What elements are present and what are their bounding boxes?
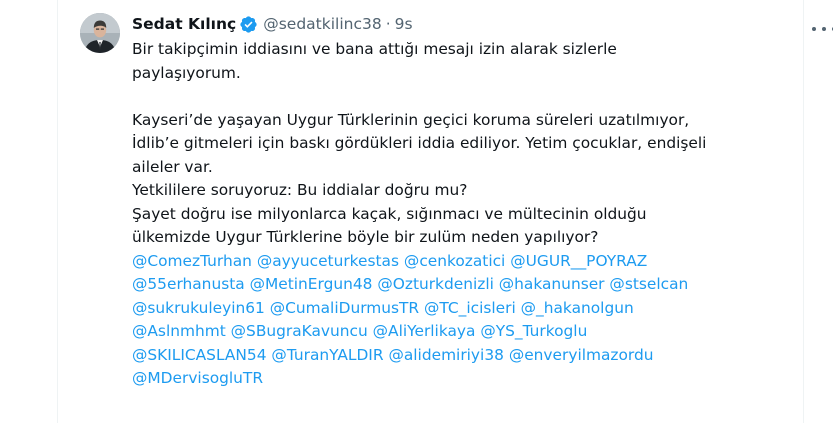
mention-link[interactable]: @ayyuceturkestas	[257, 252, 399, 270]
mention-link[interactable]: @enveryilmazordu	[509, 346, 654, 364]
more-dot	[822, 27, 826, 31]
mention-link[interactable]: @SBugraKavuncu	[231, 322, 368, 340]
mention-link[interactable]: @UGUR__POYRAZ	[510, 252, 647, 270]
tweet-card[interactable]: Sedat Kılınç @sedatkilinc38 · 9s Bir tak…	[58, 0, 833, 423]
more-options-icon[interactable]	[812, 22, 833, 36]
text-line: İdlib’e gitmeleri için baskı gördükleri …	[132, 134, 707, 152]
tweet-header: Sedat Kılınç @sedatkilinc38 · 9s	[132, 12, 797, 36]
mention-link[interactable]: @SKILICASLAN54	[132, 346, 267, 364]
mention-link[interactable]: @AliYerlikaya	[373, 322, 476, 340]
mention-link[interactable]: @MDervisogluTR	[132, 369, 263, 387]
author-name[interactable]: Sedat Kılınç	[132, 15, 236, 33]
more-dot	[812, 27, 816, 31]
text-line: paylaşıyorum.	[132, 63, 241, 82]
mentions-line: @55erhanusta @MetinErgun48 @Ozturkdenizl…	[132, 273, 797, 297]
tweet-body: Sedat Kılınç @sedatkilinc38 · 9s Bir tak…	[132, 12, 797, 391]
avatar-photo	[80, 13, 120, 53]
mentions-line: @ComezTurhan @ayyuceturkestas @cenkozati…	[132, 250, 797, 274]
mention-link[interactable]: @stselcan	[609, 275, 688, 293]
mentions-line: @MDervisogluTR	[132, 367, 797, 391]
mention-link[interactable]: @_hakanolgun	[521, 299, 634, 317]
tweet-timestamp[interactable]: 9s	[395, 15, 413, 33]
mention-link[interactable]: @alidemiriyi38	[388, 346, 503, 364]
mention-link[interactable]: @TC_icisleri	[424, 299, 516, 317]
text-line: Kayseri’de yaşayan Uygur Türklerinin geç…	[132, 110, 690, 129]
mentions-line: @sukrukuleyin61 @CumaliDurmusTR @TC_icis…	[132, 297, 797, 321]
text-line: ülkemizde Uygur Türklerine böyle bir zul…	[132, 228, 599, 246]
mentions-block: @ComezTurhan @ayyuceturkestas @cenkozati…	[132, 250, 797, 391]
mention-link[interactable]: @cenkozatici	[404, 252, 505, 270]
text-line: Yetkililere soruyoruz: Bu iddialar doğru…	[132, 181, 468, 199]
mentions-line: @SKILICASLAN54 @TuranYALDIR @alidemiriyi…	[132, 344, 797, 368]
mention-link[interactable]: @hakanunser	[499, 275, 605, 293]
mention-link[interactable]: @ComezTurhan	[132, 252, 252, 270]
mention-link[interactable]: @Aslnmhmt	[132, 322, 226, 340]
mention-link[interactable]: @MetinErgun48	[250, 275, 373, 293]
mention-link[interactable]: @55erhanusta	[132, 275, 245, 293]
mention-link[interactable]: @CumaliDurmusTR	[270, 299, 419, 317]
verified-badge-icon[interactable]	[239, 15, 258, 34]
author-handle[interactable]: @sedatkilinc38	[263, 15, 382, 33]
mention-link[interactable]: @sukrukuleyin61	[132, 299, 265, 317]
mention-link[interactable]: @YS_Turkoglu	[480, 322, 587, 340]
text-line: Şayet doğru ise milyonlarca kaçak, sığın…	[132, 204, 647, 223]
tweet-text: Bir takipçimin iddiasını ve bana attığı …	[132, 38, 797, 391]
separator-dot: ·	[385, 15, 391, 33]
text-line: Bir takipçimin iddiasını ve bana attığı …	[132, 40, 617, 58]
mention-link[interactable]: @TuranYALDIR	[271, 346, 383, 364]
mention-link[interactable]: @Ozturkdenizli	[377, 275, 494, 293]
mentions-line: @Aslnmhmt @SBugraKavuncu @AliYerlikaya @…	[132, 320, 797, 344]
text-line: aileler var.	[132, 157, 213, 176]
timeline-right-border	[803, 0, 804, 423]
avatar[interactable]	[80, 13, 120, 53]
